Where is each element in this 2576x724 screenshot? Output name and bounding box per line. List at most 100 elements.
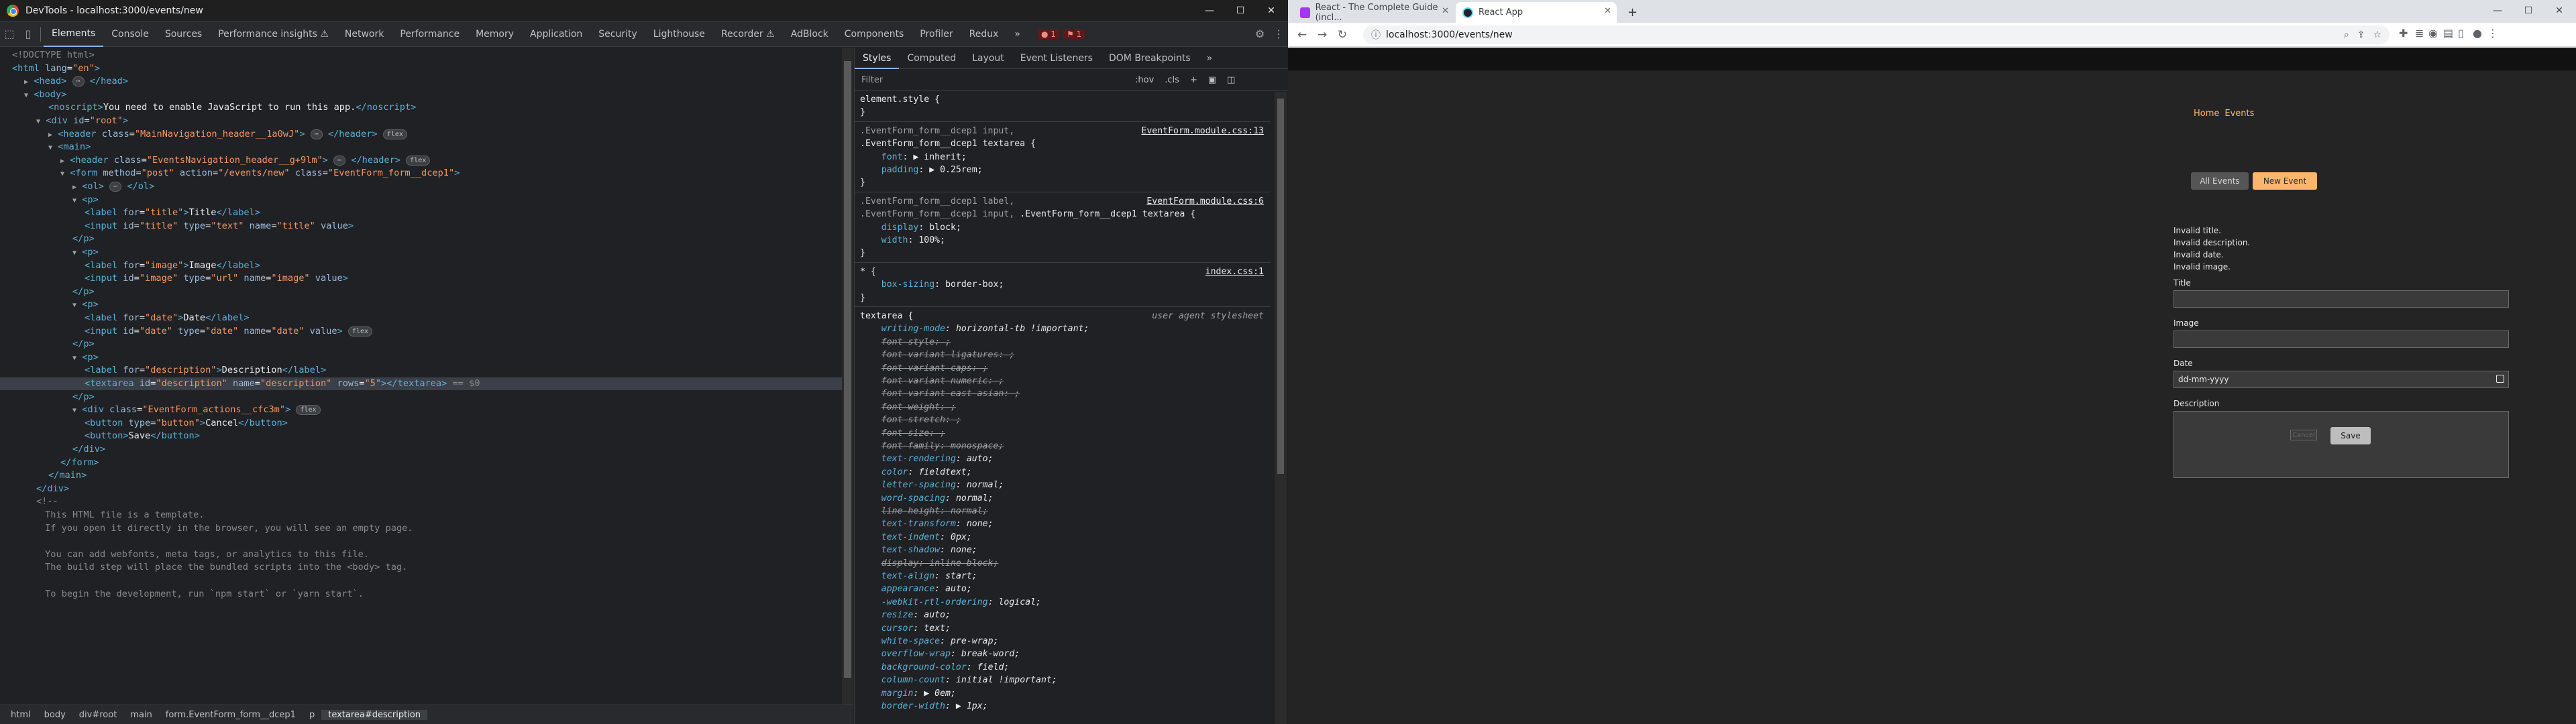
- css-rule-line[interactable]: white-space: pre-wrap;: [860, 635, 1269, 648]
- console-counters[interactable]: ● 1 ⚑ 1: [1034, 29, 1085, 39]
- css-rule-line[interactable]: display: inline-block;: [860, 557, 1269, 570]
- inspect-element-icon[interactable]: ⬚: [0, 21, 19, 47]
- dom-node-line[interactable]: ▼ <p>: [0, 298, 853, 311]
- css-rule-line[interactable]: word-spacing: normal;: [860, 492, 1269, 505]
- calendar-icon[interactable]: [2496, 375, 2504, 383]
- site-info-icon[interactable]: ⓘ: [1371, 28, 1381, 42]
- css-rule-line[interactable]: element.style {: [860, 93, 1269, 106]
- dom-node-line[interactable]: ▼ <div class="EventForm_actions__cfc3m">…: [0, 404, 853, 416]
- dom-node-line[interactable]: [0, 575, 853, 587]
- devtools-tab[interactable]: Performance: [392, 21, 468, 47]
- css-rule-line[interactable]: line-height: normal;: [860, 505, 1269, 518]
- warn-count-badge[interactable]: ⚑ 1: [1063, 29, 1085, 39]
- browser-tab-udemy[interactable]: React - The Complete Guide (incl... ✕: [1293, 2, 1454, 23]
- dom-node-line[interactable]: <label for="date">Date</label>: [0, 312, 853, 324]
- dom-node-line[interactable]: </main>: [0, 469, 853, 482]
- profile-avatar[interactable]: ●: [2473, 27, 2482, 40]
- breadcrumb-item[interactable]: body: [38, 710, 72, 720]
- dom-node-line[interactable]: You can add webfonts, meta tags, or anal…: [0, 548, 853, 561]
- styles-sub-tab[interactable]: Computed: [899, 48, 964, 69]
- share-icon[interactable]: ⇪: [2357, 29, 2365, 40]
- devtools-tab[interactable]: Recorder ⚠: [713, 21, 783, 47]
- dom-node-line[interactable]: <button>Save</button>: [0, 430, 853, 442]
- devtools-tab[interactable]: Memory: [468, 21, 522, 47]
- dom-node-line[interactable]: </p>: [0, 286, 853, 298]
- scrollbar-thumb[interactable]: [1277, 99, 1284, 474]
- date-input[interactable]: dd-mm-yyyy: [2174, 371, 2509, 388]
- devtools-tab[interactable]: Console: [103, 21, 157, 47]
- maximize-icon[interactable]: ☐: [1225, 0, 1256, 21]
- nav-link-home[interactable]: Home: [2194, 109, 2219, 119]
- devtools-tab[interactable]: Sources: [157, 21, 210, 47]
- css-rule-line[interactable]: color: fieldtext;: [860, 466, 1269, 479]
- error-count-badge[interactable]: ● 1: [1038, 29, 1059, 39]
- device-toolbar-icon[interactable]: ▯: [19, 21, 38, 47]
- breadcrumb-item[interactable]: div#root: [72, 710, 124, 720]
- dom-node-line[interactable]: <button type="button">Cancel</button>: [0, 417, 853, 430]
- devtools-tab[interactable]: Profiler: [912, 21, 961, 47]
- filter-button[interactable]: :hov: [1135, 75, 1154, 85]
- css-rule-line[interactable]: text-indent: 0px;: [860, 531, 1269, 544]
- dom-node-line[interactable]: <input id="date" type="date" name="date"…: [0, 325, 853, 338]
- settings-gear-icon[interactable]: ⚙: [1250, 21, 1269, 47]
- css-rule-line[interactable]: display: block;: [860, 221, 1269, 234]
- css-rule-line[interactable]: .EventForm_form__dcep1 textarea {: [860, 137, 1269, 150]
- styles-sub-tab[interactable]: Layout: [964, 48, 1012, 69]
- css-rule-line[interactable]: appearance: auto;: [860, 583, 1269, 595]
- browser-menu-icon[interactable]: ⋮: [2487, 27, 2498, 40]
- url-text[interactable]: localhost:3000/events/new: [1386, 29, 1513, 40]
- maximize-icon[interactable]: ☐: [2513, 0, 2544, 21]
- dom-node-line[interactable]: <input id="title" type="text" name="titl…: [0, 220, 853, 233]
- css-rule-line[interactable]: textarea {user agent stylesheet: [860, 310, 1269, 322]
- dom-node-line[interactable]: <label for="title">Title</label>: [0, 206, 853, 219]
- css-rule-line[interactable]: background-color: field;: [860, 661, 1269, 674]
- css-rule-line[interactable]: font: ▶ inherit;: [860, 151, 1269, 164]
- devtools-tab[interactable]: Performance insights ⚠: [210, 21, 337, 47]
- css-rule-line[interactable]: font-variant-ligatures: ;: [860, 349, 1269, 361]
- css-rule-line[interactable]: text-align: start;: [860, 570, 1269, 583]
- css-rule-line[interactable]: font-stretch: ;: [860, 414, 1269, 426]
- css-rule-line[interactable]: padding: ▶ 0.25rem;: [860, 164, 1269, 176]
- more-options-icon[interactable]: ⋮: [1269, 21, 1288, 47]
- address-bar[interactable]: ⓘ localhost:3000/events/new ⌕ ⇪ ☆: [1363, 25, 2390, 44]
- close-icon[interactable]: ✕: [1256, 0, 1287, 21]
- dom-node-line[interactable]: This HTML file is a template.: [0, 509, 853, 522]
- breadcrumb-item[interactable]: main: [123, 710, 158, 720]
- css-source-link[interactable]: index.css:1: [1205, 265, 1264, 278]
- dom-node-line[interactable]: <input id="image" type="url" name="image…: [0, 272, 853, 285]
- nav-link-events[interactable]: Events: [2224, 109, 2254, 119]
- new-tab-button[interactable]: +: [1621, 2, 1641, 23]
- css-rule-line[interactable]: }: [860, 292, 1269, 304]
- toggle-sidebar-icon[interactable]: ◫: [1227, 75, 1235, 85]
- css-rule-line[interactable]: .EventForm_form__dcep1 input, .EventForm…: [860, 208, 1269, 221]
- devtools-tab[interactable]: Network: [337, 21, 392, 47]
- minimize-icon[interactable]: —: [2482, 0, 2513, 21]
- filter-button[interactable]: +: [1190, 75, 1197, 85]
- devtools-tab[interactable]: AdBlock: [783, 21, 837, 47]
- dom-node-line[interactable]: ▼ <main>: [0, 141, 853, 154]
- dom-node-selected[interactable]: <textarea id="description" name="descrip…: [0, 377, 853, 390]
- minimize-icon[interactable]: —: [1194, 0, 1225, 21]
- dom-node-line[interactable]: <!DOCTYPE html>: [0, 49, 853, 62]
- dom-node-line[interactable]: </p>: [0, 391, 853, 404]
- css-rule-line[interactable]: -webkit-rtl-ordering: logical;: [860, 596, 1269, 609]
- css-rule-line[interactable]: font-weight: ;: [860, 401, 1269, 414]
- css-rule-line[interactable]: border-width: ▶ 1px;: [860, 700, 1269, 713]
- css-rule-line[interactable]: text-shadow: none;: [860, 544, 1269, 556]
- css-rule-line[interactable]: .EventForm_form__dcep1 label, EventForm.m…: [860, 195, 1269, 208]
- devtools-tab[interactable]: Application: [522, 21, 590, 47]
- breadcrumb-item[interactable]: p: [303, 710, 321, 720]
- css-rule-line[interactable]: writing-mode: horizontal-tb !important;: [860, 322, 1269, 335]
- css-rule-line[interactable]: * {index.css:1: [860, 265, 1269, 278]
- dom-node-line[interactable]: <html lang="en">: [0, 62, 853, 75]
- devtools-tab[interactable]: Redux: [961, 21, 1007, 47]
- dom-node-line[interactable]: </form>: [0, 457, 853, 469]
- elements-scrollbar[interactable]: [842, 48, 853, 705]
- bookmark-star-icon[interactable]: ☆: [2373, 29, 2381, 40]
- breadcrumb-item[interactable]: html: [4, 710, 38, 720]
- tab-close-icon[interactable]: ✕: [1442, 6, 1449, 16]
- dom-node-line[interactable]: ▼ <p>: [0, 194, 853, 206]
- css-rule-line[interactable]: font-variant-east-asian: ;: [860, 387, 1269, 400]
- breadcrumb-item[interactable]: textarea#description: [321, 709, 428, 720]
- styles-scrollbar[interactable]: [1275, 92, 1287, 724]
